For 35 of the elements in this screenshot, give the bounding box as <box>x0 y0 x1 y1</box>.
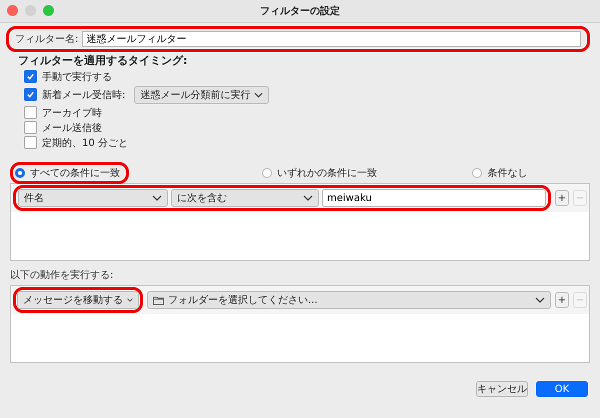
add-button[interactable]: + <box>555 292 569 308</box>
radio-option[interactable]: 条件なし <box>470 165 530 181</box>
checkbox[interactable] <box>24 70 37 83</box>
close-button[interactable] <box>7 5 18 16</box>
timing-heading: フィルターを適用するタイミング: <box>18 53 188 68</box>
filter-name-label: フィルター名: <box>15 33 78 46</box>
timing-dropdown[interactable]: 迷惑メール分類前に実行 <box>134 86 270 104</box>
ok-button[interactable]: OK <box>536 381 588 397</box>
operator-dropdown[interactable]: に次を含む <box>171 189 319 207</box>
field-dropdown[interactable]: 件名 <box>18 189 168 207</box>
action-dropdown[interactable]: メッセージを移動する <box>17 291 139 309</box>
filter-name-field[interactable]: 迷惑メールフィルター <box>82 31 581 47</box>
radio-option[interactable]: いずれかの条件に一致 <box>260 165 379 181</box>
actions-label: 以下の動作を実行する: <box>10 268 114 282</box>
checkbox[interactable] <box>24 106 37 119</box>
add-button[interactable]: + <box>555 190 569 206</box>
cancel-button[interactable]: キャンセル <box>476 381 528 397</box>
maximize-button[interactable] <box>43 5 54 16</box>
option-label: 新着メール受信時: <box>42 88 126 102</box>
chevron-down-icon <box>127 297 133 303</box>
folder-dropdown[interactable]: フォルダーを選択してください... <box>147 291 551 309</box>
checkbox[interactable] <box>24 136 37 149</box>
checkbox[interactable] <box>24 121 37 134</box>
option-label: 定期的、10 分ごと <box>42 136 128 150</box>
checkbox[interactable] <box>24 88 37 101</box>
value-field[interactable]: meiwaku <box>322 189 546 207</box>
chevron-down-icon <box>303 195 313 201</box>
chevron-down-icon <box>152 195 162 201</box>
chevron-down-icon <box>254 92 264 98</box>
folder-icon <box>153 296 164 304</box>
window-title: フィルターの設定 <box>260 4 340 18</box>
option-label: 手動で実行する <box>42 70 112 84</box>
chevron-down-icon <box>535 297 545 303</box>
option-label: アーカイブ時 <box>42 106 102 120</box>
option-label: メール送信後 <box>42 122 102 134</box>
